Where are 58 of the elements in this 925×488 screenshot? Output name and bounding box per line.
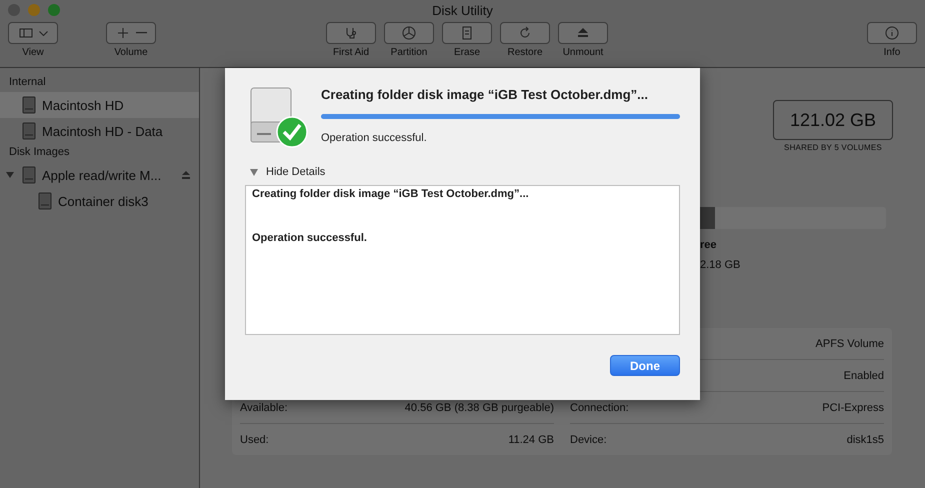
document-icon: [460, 26, 474, 40]
toolbar-label: First Aid: [332, 47, 370, 58]
hard-drive-icon: [22, 96, 36, 114]
capacity-box: 121.02 GB: [773, 100, 893, 140]
usage-label: ree: [700, 239, 718, 251]
hard-drive-icon: [22, 122, 36, 140]
info-label: Available:: [240, 402, 288, 414]
info-value: PCI-Express: [822, 402, 884, 414]
disclosure-triangle-icon: [250, 168, 258, 176]
chevron-down-icon: [38, 30, 48, 36]
window-title: Disk Utility: [432, 2, 493, 18]
toolbar-label: Volume: [114, 47, 148, 58]
sidebar-item[interactable]: Container disk3: [0, 188, 199, 214]
details-toggle[interactable]: Hide Details: [250, 166, 680, 178]
info-value: APFS Volume: [816, 338, 884, 350]
section-header: Disk Images: [8, 145, 71, 160]
toolbar-button[interactable]: [442, 22, 492, 44]
hard-drive-icon: [22, 166, 36, 184]
usage-value: 2.18 GB: [700, 259, 742, 271]
circular-arrow-icon: [518, 26, 532, 40]
pie-icon: [402, 26, 416, 40]
hard-drive-icon: [38, 192, 52, 210]
dialog-title: Creating folder disk image “iGB Test October.dmg”...: [321, 87, 649, 102]
eject-icon: [576, 26, 590, 40]
info-value: 11.24 GB: [508, 434, 554, 446]
done-button[interactable]: Done: [610, 355, 680, 376]
stethoscope-icon: [344, 26, 358, 40]
info-label: Used:: [240, 434, 269, 446]
log-line: Operation successful.: [252, 232, 368, 244]
toolbar-label: Unmount: [562, 47, 604, 58]
capacity-caption: SHARED BY 5 VOLUMES: [783, 143, 883, 152]
sidebar-item[interactable]: Macintosh HD - Data: [0, 118, 199, 144]
toolbar-label: Partition: [390, 47, 428, 58]
plus-icon: [116, 26, 130, 40]
toolbar-label: Restore: [507, 47, 542, 58]
toolbar-button[interactable]: [326, 22, 376, 44]
toolbar-button[interactable]: [384, 22, 434, 44]
info-label: Connection:: [570, 402, 629, 414]
toolbar-button[interactable]: [558, 22, 608, 44]
minus-icon: [136, 32, 146, 34]
volume-button[interactable]: [106, 22, 156, 44]
toolbar-button[interactable]: [500, 22, 550, 44]
view-button[interactable]: [8, 22, 58, 44]
sidebar-icon: [18, 26, 32, 40]
info-value: 40.56 GB (8.38 GB purgeable): [404, 402, 554, 414]
toolbar-label: Erase: [454, 47, 480, 58]
info-value: disk1s5: [846, 434, 884, 446]
log-line: Creating folder disk image “iGB Test October.dmg”...: [252, 188, 530, 200]
info-value: Enabled: [844, 370, 884, 382]
sidebar-item[interactable]: Macintosh HD: [0, 92, 199, 118]
toolbar-button[interactable]: [867, 22, 917, 44]
toolbar-label: Info: [884, 47, 900, 58]
section-header: Internal: [8, 75, 47, 90]
status-text: Operation successful.: [321, 132, 428, 144]
sidebar-item[interactable]: Apple read/write M...: [0, 162, 199, 188]
info-icon: [885, 26, 899, 40]
toolbar-label: View: [22, 47, 44, 58]
info-label: Device:: [570, 434, 607, 446]
